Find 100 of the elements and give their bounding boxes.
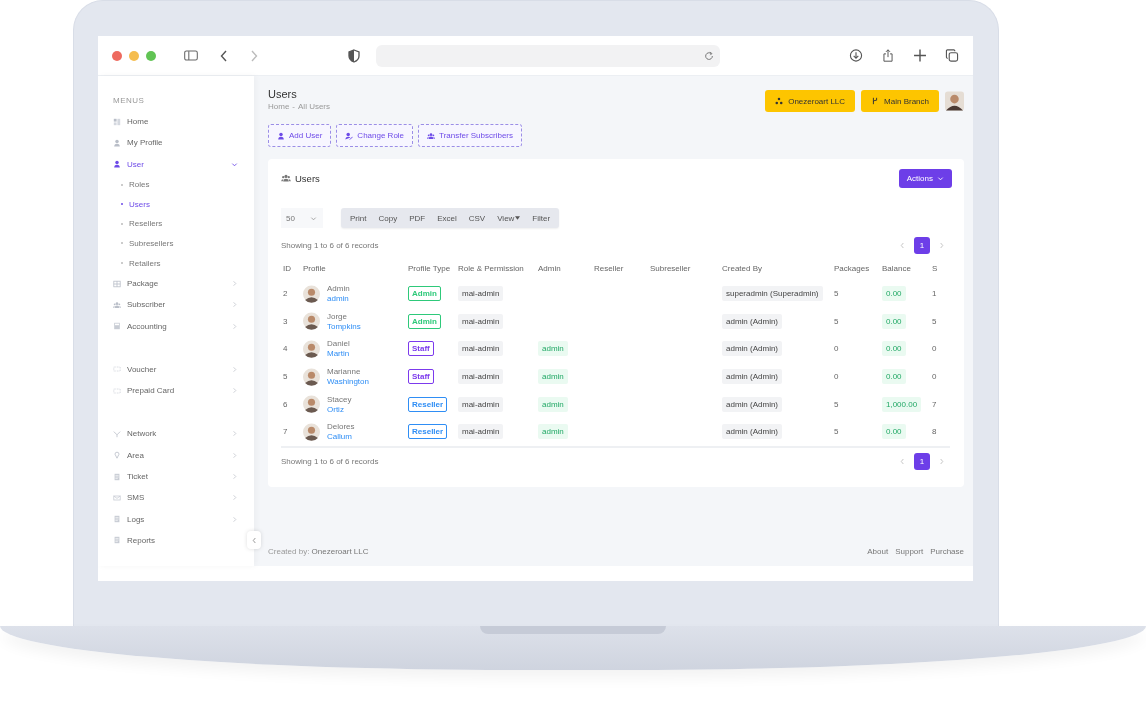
export-button[interactable]: Filter [526,208,557,228]
column-header[interactable]: Profile [303,263,326,273]
company-button[interactable]: Onezeroart LLC [765,90,856,112]
person-edit-icon [345,131,354,140]
submenu-item[interactable]: Resellers [113,214,240,234]
close-window-icon[interactable] [112,50,122,61]
next-page-icon[interactable] [939,241,944,249]
user-name: Stacey [327,394,352,404]
submenu-item[interactable]: Subresellers [113,233,240,254]
sidebar-toggle-icon[interactable] [184,49,198,62]
export-button[interactable]: Print [344,208,373,228]
page-button[interactable]: 1 [914,236,930,254]
table-cell: 7 [932,399,937,409]
chevron-down-icon [937,174,944,182]
profile-type-tag: Admin [408,286,441,302]
footer-link[interactable]: Purchase [930,546,964,556]
sidebar-item[interactable]: Accounting [113,315,240,337]
branch-icon [871,97,880,105]
company-link[interactable]: Onezeroart LLC [311,546,369,556]
balance-tag: 0.00 [882,369,906,385]
shield-icon[interactable] [348,48,360,63]
share-icon[interactable] [881,49,895,62]
avatar-icon [303,422,320,441]
previous-page-icon[interactable] [900,241,905,249]
submenu-item[interactable]: Users [113,194,240,215]
username-link[interactable]: admin [327,294,350,304]
column-header[interactable]: Subreseller [650,263,691,273]
card-title: Users [295,172,320,184]
footer-link[interactable]: About [867,546,889,556]
table-cell: 5 [283,372,288,382]
export-button[interactable]: Excel [431,208,463,228]
column-header[interactable]: Packages [834,263,870,273]
forward-icon[interactable] [250,49,258,62]
records-summary: Showing 1 to 6 of 6 records [281,457,379,467]
sidebar-item[interactable]: Home [113,111,240,133]
username-link[interactable]: Callum [327,432,355,442]
new-tab-icon[interactable] [913,49,927,62]
export-button[interactable]: PDF [403,208,432,228]
column-header[interactable]: Profile Type [408,263,451,273]
people-icon [427,131,436,140]
sidebar-item[interactable]: SMS [113,487,240,509]
ticket-icon [113,386,121,395]
sidebar-item[interactable]: Reports [113,529,240,552]
user-avatar-icon[interactable] [945,91,964,111]
sidebar-item[interactable]: Ticket [113,465,240,488]
collapse-sidebar-button[interactable] [247,531,261,549]
column-header[interactable]: Role & Permission [458,263,524,273]
chevron-right-icon [231,430,238,438]
reload-icon[interactable] [704,50,714,61]
sidebar-item[interactable]: Logs [113,508,240,530]
next-page-icon[interactable] [939,458,944,466]
table-cell: 5 [834,399,839,409]
page-button[interactable]: 1 [914,453,930,471]
export-button[interactable]: CSV [462,208,492,228]
actions-button[interactable]: Actions [898,168,952,188]
previous-page-icon[interactable] [900,458,905,466]
caret-icon [515,216,521,220]
footer-label: Created by: [268,546,310,556]
chevron-right-icon [231,280,238,287]
submenu-item[interactable]: Retailers [113,253,240,273]
sidebar-item[interactable]: Prepaid Card [113,380,240,402]
tabs-overview-icon[interactable] [945,49,959,62]
sidebar-item[interactable]: My Profile [113,132,240,154]
submenu-item[interactable]: Roles [113,174,240,195]
column-header[interactable]: ID [283,263,291,273]
back-icon[interactable] [220,49,228,62]
sidebar-item[interactable]: Network [113,423,240,445]
column-header[interactable]: Balance [882,263,911,273]
footer-link[interactable]: Support [895,546,924,556]
action-button[interactable]: Add User [268,124,332,147]
action-button[interactable]: Change Role [336,124,414,147]
download-icon[interactable] [849,49,863,62]
username-link[interactable]: Ortiz [327,404,352,414]
export-button[interactable]: View [491,208,527,228]
chevron-right-icon [231,387,238,395]
people-icon [113,300,121,309]
username-link[interactable]: Martin [327,349,350,359]
sidebar-item[interactable]: Voucher [113,358,240,381]
sidebar-item[interactable]: User [113,153,240,175]
column-header[interactable]: Reseller [594,263,624,273]
zoom-window-icon[interactable] [146,50,156,61]
username-link[interactable]: Washington [327,377,369,387]
export-button[interactable]: Copy [372,208,404,228]
chevron-right-icon [231,365,238,373]
table-cell: 0 [932,344,937,354]
column-header[interactable]: S [932,263,938,273]
column-header[interactable]: Created By [722,263,763,273]
sidebar-item[interactable]: Subscriber [113,294,240,316]
sidebar-item[interactable]: Package [113,272,240,295]
user-name: Marianne [327,367,362,377]
branch-button[interactable]: Main Branch [861,90,939,112]
balance-tag: 0.00 [882,424,906,440]
profile-type-tag: Admin [408,313,441,329]
username-link[interactable]: Tompkins [327,321,361,331]
chevron-right-icon [231,473,238,481]
column-header[interactable]: Admin [538,263,561,273]
sidebar-item[interactable]: Area [113,444,240,466]
page-size-select[interactable]: 50 [281,208,323,228]
minimize-window-icon[interactable] [129,50,139,61]
action-button[interactable]: Transfer Subscribers [418,124,522,147]
